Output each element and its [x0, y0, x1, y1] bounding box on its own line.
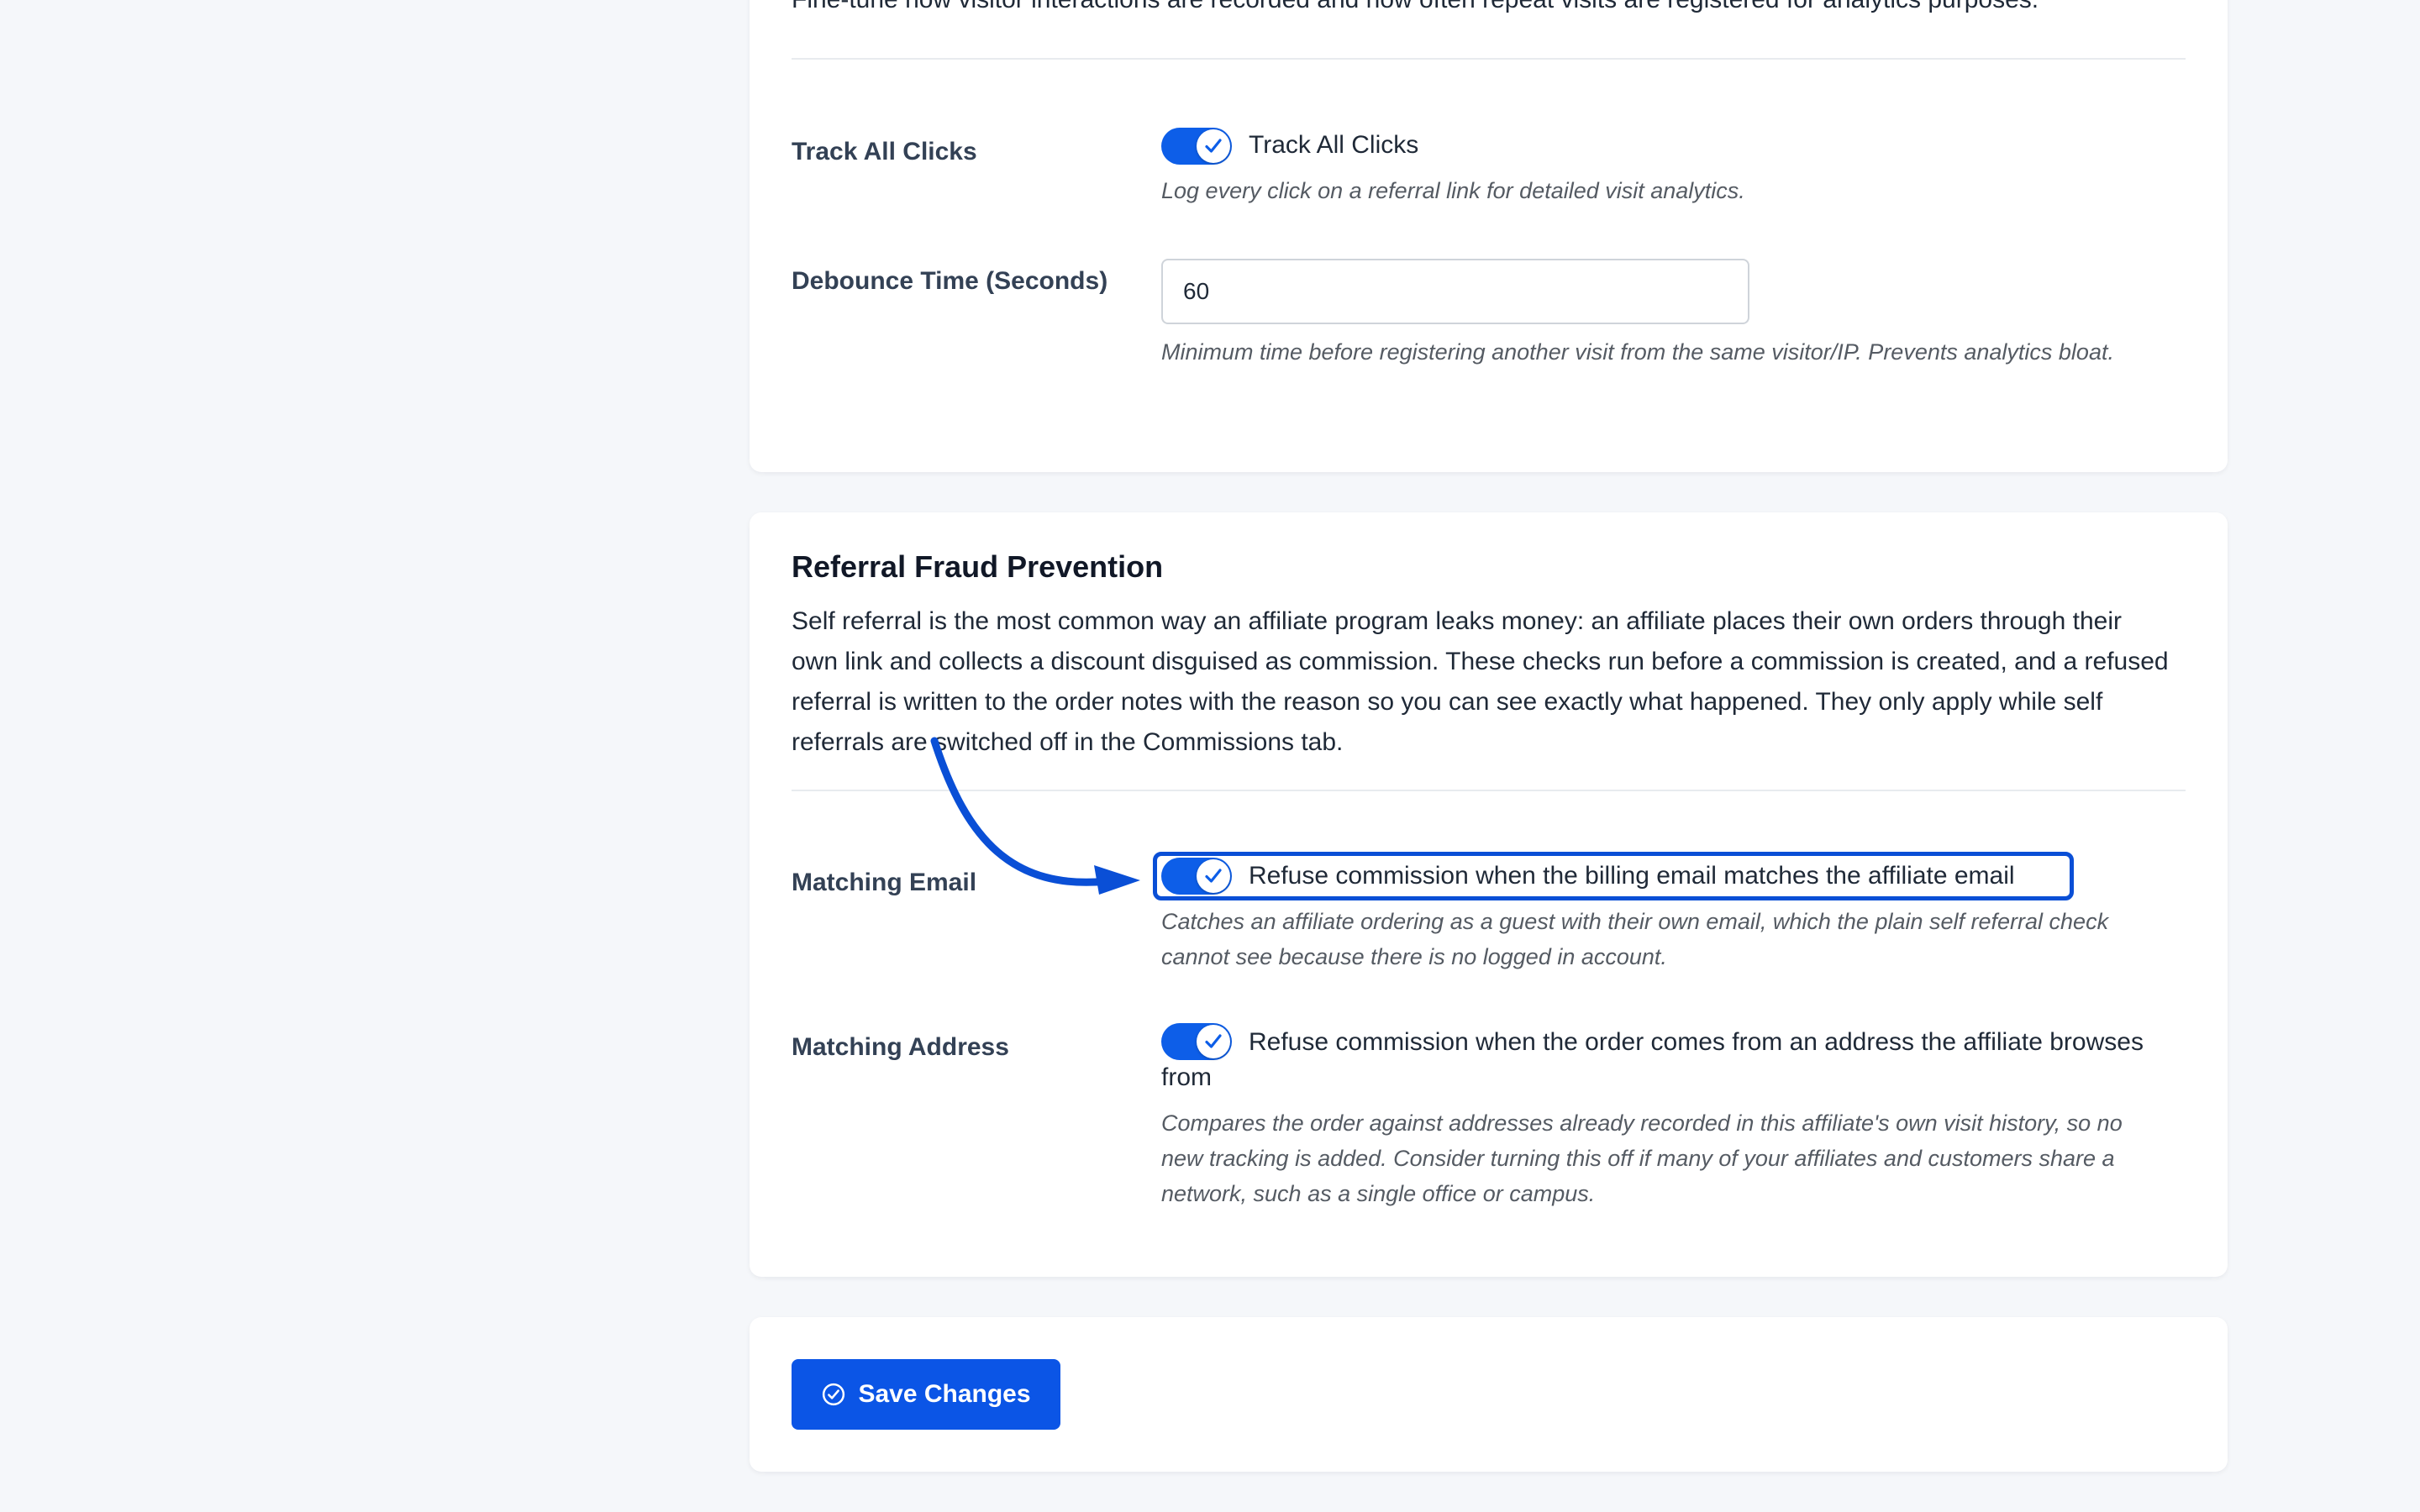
fraud-prevention-card: Referral Fraud Prevention Self referral …: [750, 512, 2228, 1277]
track-all-clicks-description: Log every click on a referral link for d…: [1161, 178, 1745, 203]
tracking-settings-card: Fine-tune how visitor interactions are r…: [750, 0, 2228, 472]
matching-address-label: Matching Address: [792, 1033, 1009, 1061]
save-card: Save Changes: [750, 1317, 2228, 1472]
debounce-time-label: Debounce Time (Seconds): [792, 267, 1108, 295]
matching-address-description: Compares the order against addresses alr…: [1161, 1110, 2123, 1206]
check-circle-icon: [823, 1383, 845, 1406]
save-changes-label: Save Changes: [858, 1380, 1031, 1408]
track-all-clicks-toggle-label[interactable]: Track All Clicks: [1249, 131, 1418, 160]
divider: [792, 58, 2186, 60]
check-icon: [1205, 869, 1222, 883]
debounce-time-description: Minimum time before registering another …: [1161, 339, 2114, 365]
track-all-clicks-label: Track All Clicks: [792, 138, 977, 165]
check-icon: [1205, 139, 1222, 153]
matching-email-toggle-label[interactable]: Refuse commission when the billing email…: [1249, 862, 2015, 890]
matching-email-label: Matching Email: [792, 869, 977, 896]
toggle-knob: [1197, 129, 1230, 163]
matching-email-toggle[interactable]: [1161, 858, 1232, 895]
matching-address-toggle-label[interactable]: Refuse commission when the order comes f…: [1161, 1025, 2170, 1095]
toggle-knob: [1197, 859, 1230, 893]
tracking-intro: Fine-tune how visitor interactions are r…: [792, 0, 2186, 20]
debounce-time-input[interactable]: [1161, 259, 1749, 324]
fraud-intro: Self referral is the most common way an …: [792, 607, 2169, 756]
fraud-section-title: Referral Fraud Prevention: [792, 549, 1164, 584]
save-changes-button[interactable]: Save Changes: [792, 1359, 1060, 1430]
divider: [792, 790, 2186, 791]
matching-email-description: Catches an affiliate ordering as a guest…: [1161, 909, 2109, 969]
track-all-clicks-toggle[interactable]: [1161, 128, 1232, 165]
